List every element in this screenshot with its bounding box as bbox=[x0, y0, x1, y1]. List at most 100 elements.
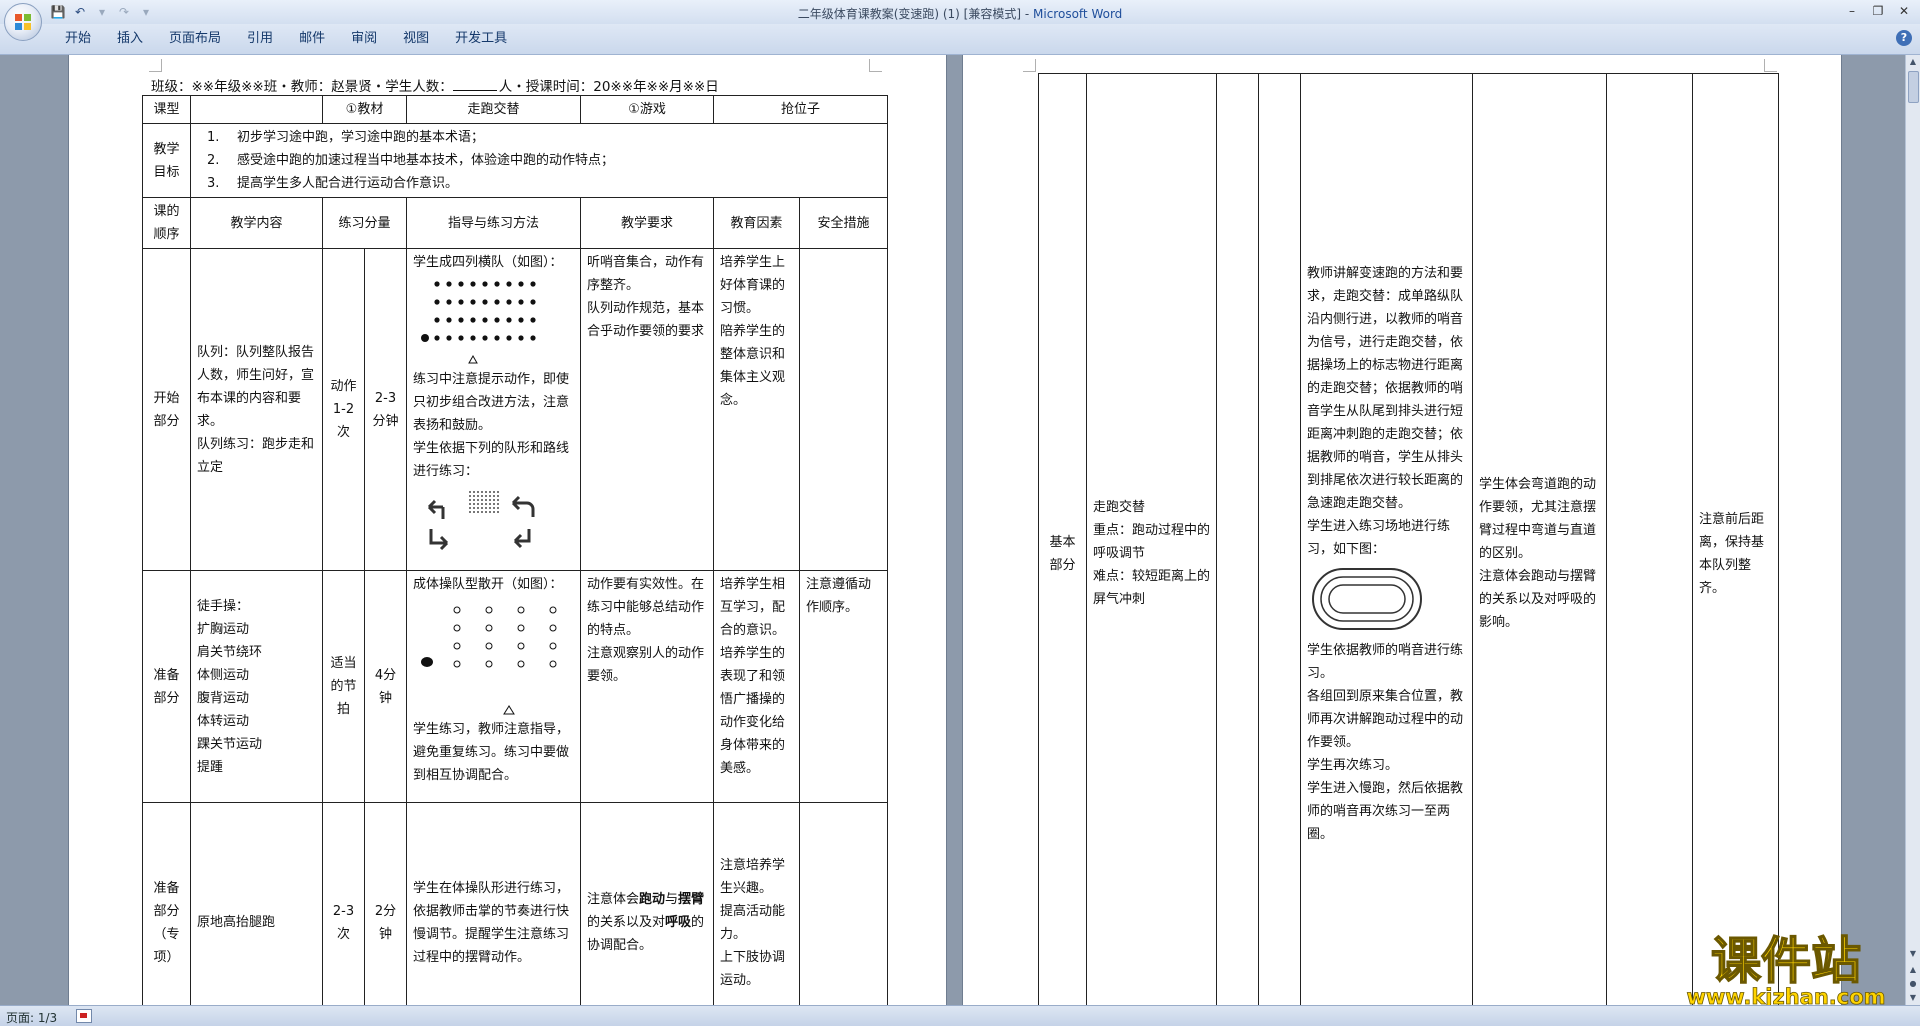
formation-dot-mark bbox=[469, 491, 471, 493]
material-label: ①教材 bbox=[345, 102, 384, 117]
gymnast-mark bbox=[453, 606, 461, 614]
formation-student-mark bbox=[518, 317, 524, 323]
gymnast-mark bbox=[485, 624, 493, 632]
safety-cell: 注意遵循动作顺序。 bbox=[798, 570, 889, 803]
formation-dot-mark bbox=[469, 507, 471, 509]
page-1: 班级：※※年级※※班・教师：赵景贤・学生人数： 人・授课时间：20※※年※※月※※… bbox=[68, 55, 947, 1005]
order-cell: 基本部分 bbox=[1038, 73, 1087, 1005]
running-track-figure bbox=[1312, 567, 1422, 630]
lesson-type-label-cell: 课型 bbox=[142, 95, 191, 124]
tab-mailings[interactable]: 邮件 bbox=[286, 24, 338, 54]
column-header: 课的顺序 bbox=[142, 197, 191, 249]
goal-item: 2. 感受途中跑的加速过程当中地基本技术，体验途中跑的动作特点； bbox=[207, 153, 615, 168]
gymnast-mark bbox=[549, 624, 557, 632]
goal-item: 3. 提高学生多人配合进行运动合作意识。 bbox=[207, 176, 459, 191]
formation-dot-mark bbox=[473, 499, 475, 501]
gymnast-mark bbox=[453, 660, 461, 668]
margin-corner-mark bbox=[149, 59, 162, 72]
method-text: 学生依据教师的哨音进行练习。 各组回到原来集合位置，教师再次讲解跑动过程中的动作… bbox=[1307, 642, 1464, 842]
safety-cell bbox=[798, 248, 889, 571]
formation-student-mark bbox=[506, 335, 512, 341]
content-cell: 队列：队列整队报告人数，师生问好，宣布本课的内容和要求。 队列练习：跑步走和立定 bbox=[190, 248, 323, 571]
tab-view[interactable]: 视图 bbox=[390, 24, 442, 54]
formation-student-mark bbox=[434, 281, 440, 287]
table-row: 教学目标 1. 初步学习途中跑，学习途中跑的基本术语； 2. 感受途中跑的加速过程当… bbox=[142, 123, 889, 198]
formation-dot-mark bbox=[469, 511, 471, 513]
formation-student-mark bbox=[494, 317, 500, 323]
formation-student-mark bbox=[458, 335, 464, 341]
office-button[interactable] bbox=[4, 3, 42, 41]
lesson-header-line[interactable]: 班级：※※年级※※班・教师：赵景贤・学生人数： 人・授课时间：20※※年※※月※※… bbox=[151, 75, 719, 95]
gymnast-mark bbox=[453, 624, 461, 632]
formation-dot-mark bbox=[477, 507, 479, 509]
tab-review[interactable]: 审阅 bbox=[338, 24, 390, 54]
title-separator: - bbox=[1021, 7, 1034, 21]
ribbon-tabs: 开始 插入 页面布局 引用 邮件 审阅 视图 开发工具 bbox=[52, 24, 520, 54]
tab-references[interactable]: 引用 bbox=[234, 24, 286, 54]
document-area[interactable]: 班级：※※年级※※班・教师：赵景贤・学生人数： 人・授课时间：20※※年※※月※※… bbox=[0, 55, 1906, 1005]
formation-dot-mark bbox=[497, 503, 499, 505]
gymnast-mark bbox=[549, 642, 557, 650]
gymnast-mark bbox=[517, 642, 525, 650]
method-text: 学生练习，教师注意指导，避免重复练习。练习中要做到相互协调配合。 bbox=[413, 722, 570, 783]
tab-developer[interactable]: 开发工具 bbox=[442, 24, 520, 54]
requirement-cell: 动作要有实效性。在练习中能够总结动作的特点。 注意观察别人的动作要领。 bbox=[580, 570, 714, 803]
formation-dot-mark bbox=[497, 495, 499, 497]
formation-dot-mark bbox=[489, 495, 491, 497]
lesson-type-label: 课型 bbox=[153, 102, 180, 117]
education-cell: 培养学生相互学习，配合的意识。 培养学生的表现了和领悟广播操的动作变化给身体带来… bbox=[713, 570, 800, 803]
close-icon[interactable]: ✕ bbox=[1892, 2, 1916, 20]
proofing-icon[interactable] bbox=[76, 1009, 92, 1023]
safety-cell: 注意前后距离，保持基本队列整齐。 bbox=[1692, 73, 1779, 1005]
formation-dot-mark bbox=[473, 491, 475, 493]
gymnast-mark bbox=[549, 606, 557, 614]
formation-dot-mark bbox=[497, 507, 499, 509]
formation-dot-mark bbox=[481, 491, 483, 493]
tab-insert[interactable]: 插入 bbox=[104, 24, 156, 54]
scrollbar-thumb[interactable] bbox=[1908, 71, 1919, 103]
formation-student-mark bbox=[446, 281, 452, 287]
next-page-icon[interactable]: ▼ bbox=[1906, 991, 1920, 1005]
previous-page-icon[interactable]: ▲ bbox=[1906, 963, 1920, 977]
watermark-logo: 课件站 www.kjzhan.com bbox=[1686, 931, 1886, 1009]
route-arrows-figure bbox=[427, 491, 535, 551]
order-cell: 开始部分 bbox=[142, 248, 191, 571]
minimize-icon[interactable]: – bbox=[1840, 2, 1864, 20]
column-header: 教学内容 bbox=[190, 197, 323, 249]
formation-dot-mark bbox=[477, 495, 479, 497]
content-cell: 徒手操： 扩胸运动 肩关节绕环 体侧运动 腹背运动 体转运动 踝关节运动 提踵 bbox=[190, 570, 323, 803]
scroll-up-icon[interactable]: ▲ bbox=[1906, 55, 1920, 69]
help-icon[interactable]: ? bbox=[1896, 30, 1912, 46]
education-cell: 培养学生上好体育课的习惯。 陪养学生的整体意识和集体主义观念。 bbox=[713, 248, 800, 571]
formation-dot-mark bbox=[489, 511, 491, 513]
formation-dot-mark bbox=[497, 499, 499, 501]
vertical-scrollbar[interactable]: ▲ ▼ ▲ ● ▼ bbox=[1905, 55, 1920, 1005]
material-value-cell: 走跑交替 bbox=[406, 95, 581, 124]
method-cell: 学生在体操队形进行练习，依据教师击掌的节奏进行快慢调节。提醒学生注意练习过程中的… bbox=[406, 802, 581, 1005]
formation-dot-mark bbox=[493, 503, 495, 505]
formation-student-mark bbox=[494, 335, 500, 341]
tab-page-layout[interactable]: 页面布局 bbox=[156, 24, 234, 54]
formation-dot-mark bbox=[485, 503, 487, 505]
margin-corner-mark bbox=[1764, 59, 1777, 72]
method-cell: 成体操队型散开（如图）： 学生练习，教师注意指导，避免重复练习。练习中要做到相互… bbox=[406, 570, 581, 803]
scroll-down-icon[interactable]: ▼ bbox=[1906, 947, 1920, 961]
formation-dot-mark bbox=[469, 495, 471, 497]
table-header-row: 课的顺序 教学内容 练习分量 指导与练习方法 教学要求 教育因素 安全措施 bbox=[142, 197, 889, 249]
lesson-plan-table-continued: 基本部分 走跑交替 重点：跑动过程中的呼吸调节 难点：较短距离上的屏气冲刺 教师… bbox=[1038, 73, 1779, 1005]
formation-dot-mark bbox=[485, 499, 487, 501]
method-text: 练习中注意提示动作，即使只初步组合改进方法，注意表扬和鼓励。 学生依据下列的队形… bbox=[413, 372, 570, 479]
restore-icon[interactable]: ❐ bbox=[1866, 2, 1890, 20]
formation-student-mark bbox=[446, 335, 452, 341]
table-row: 准备部分 徒手操： 扩胸运动 肩关节绕环 体侧运动 腹背运动 体转运动 踝关节运… bbox=[142, 570, 889, 803]
formation-student-mark bbox=[518, 335, 524, 341]
game-label: ①游戏 bbox=[628, 102, 666, 117]
ribbon-tab-row: 开始 插入 页面布局 引用 邮件 审阅 视图 开发工具 ? bbox=[0, 24, 1920, 55]
gymnast-mark bbox=[453, 642, 461, 650]
formation-student-mark bbox=[482, 335, 488, 341]
duration-cell: 2分钟 bbox=[364, 802, 407, 1005]
page-indicator[interactable]: 页面: 1/3 bbox=[6, 1009, 57, 1026]
select-browse-object-icon[interactable]: ● bbox=[1906, 977, 1920, 991]
method-text: 成体操队型散开（如图）： bbox=[413, 577, 563, 592]
tab-home[interactable]: 开始 bbox=[52, 24, 104, 54]
